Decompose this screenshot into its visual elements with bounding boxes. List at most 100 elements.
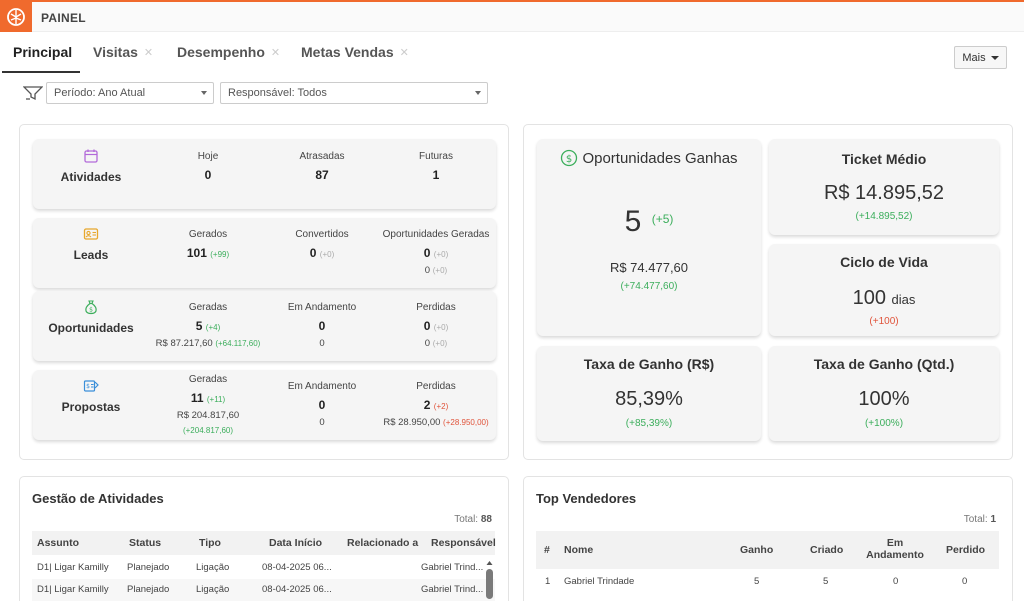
col-value: 5 [195, 319, 203, 333]
col-sub-value: R$ 87.217,60 [155, 338, 213, 349]
col-label: Em Andamento [287, 302, 357, 313]
delta-badge: (+0) [433, 250, 449, 259]
col-label: Perdidas [416, 381, 456, 392]
tab-visitas[interactable]: Visitas ✕ [93, 44, 153, 74]
kpi-delta: (+100) [869, 316, 899, 327]
col-value: 0 [204, 168, 212, 182]
delta-badge: (+0) [433, 323, 449, 332]
oportunidades-perdidas[interactable]: Perdidas 0 (+0) 0 (+0) [391, 302, 481, 349]
column-header[interactable]: Responsável [431, 537, 496, 549]
cell: 08-04-2025 06... [262, 562, 332, 573]
cell: Gabriel Trindade [564, 576, 635, 587]
cell: D1| Ligar Kamilly [37, 562, 109, 573]
close-icon[interactable]: ✕ [400, 46, 409, 59]
col-label: Perdidas [416, 302, 456, 313]
column-header[interactable]: Nome [564, 544, 593, 556]
table-row[interactable]: D1| Ligar Kamilly Planejado Ligação 08-0… [32, 579, 495, 601]
svg-text:$: $ [86, 383, 90, 390]
propostas-card: $ Propostas Geradas 11 (+11) R$ 204.817,… [33, 370, 496, 440]
delta-badge: (+64.117,60) [215, 339, 261, 348]
delta-badge: (+99) [210, 250, 230, 259]
close-icon[interactable]: ✕ [144, 46, 153, 59]
active-tab-indicator [2, 71, 80, 73]
col-sub-value: R$ 204.817,60 [176, 410, 240, 421]
col-label: Gerados [188, 229, 228, 240]
taxa-ganho-rs-card[interactable]: Taxa de Ganho (R$) 85,39% (+85,39%) [537, 346, 761, 441]
close-icon[interactable]: ✕ [271, 46, 280, 59]
oportunidades-ganhas-card[interactable]: $ Oportunidades Ganhas 5 (+5) R$ 74.477,… [537, 139, 761, 336]
leads-convertidos[interactable]: Convertidos 0 (+0) [277, 229, 367, 260]
ticket-medio-card[interactable]: Ticket Médio R$ 14.895,52 (+14.895,52) [769, 139, 999, 235]
col-value: 101 [186, 246, 207, 260]
kpi-amount: R$ 74.477,60 [609, 260, 689, 275]
total-count: Total: 88 [400, 514, 492, 525]
caret-down-icon [475, 91, 481, 95]
column-header[interactable]: Assunto [37, 537, 79, 549]
tab-principal[interactable]: Principal [13, 44, 72, 74]
tab-label: Desempenho [177, 44, 265, 60]
column-header[interactable]: Tipo [199, 537, 221, 549]
col-value: 0 [423, 319, 431, 333]
column-header[interactable]: Criado [810, 544, 843, 556]
oportunidades-geradas[interactable]: Geradas 5 (+4) R$ 87.217,60 (+64.117,60) [148, 302, 268, 349]
col-value: 0 [309, 246, 317, 260]
caret-down-icon [201, 91, 207, 95]
delta-badge: (+204.817,60) [182, 426, 234, 435]
propostas-geradas[interactable]: Geradas 11 (+11) R$ 204.817,60 (+204.817… [148, 374, 268, 436]
atividades-atrasadas[interactable]: Atrasadas 87 [277, 151, 367, 182]
id-card-icon [83, 228, 99, 240]
caret-down-icon [990, 55, 999, 60]
cell: 1 [545, 576, 551, 587]
column-header[interactable]: Relacionado a [347, 537, 418, 549]
oportunidades-card: $ Oportunidades Geradas 5 (+4) R$ 87.217… [33, 291, 496, 361]
taxa-ganho-qtd-card[interactable]: Taxa de Ganho (Qtd.) 100% (+100%) [769, 346, 999, 441]
table-row[interactable]: D1| Ligar Kamilly Planejado Ligação 08-0… [32, 557, 495, 579]
leads-oportunidades-geradas[interactable]: Oportunidades Geradas 0 (+0) 0 (+0) [381, 229, 491, 276]
kpi-panel: $ Oportunidades Ganhas 5 (+5) R$ 74.477,… [523, 124, 1013, 460]
period-select[interactable]: Período: Ano Atual [46, 82, 214, 104]
col-label: Atrasadas [299, 151, 345, 162]
filter-icon[interactable] [23, 85, 43, 101]
tab-desempenho[interactable]: Desempenho ✕ [177, 44, 280, 74]
col-sub-value: 0 [319, 338, 325, 349]
tab-label: Metas Vendas [301, 44, 394, 60]
responsible-select-value: Responsável: Todos [228, 87, 327, 99]
kpi-amount-delta: (+74.477,60) [620, 281, 678, 292]
col-value: 0 [423, 246, 431, 260]
column-header[interactable]: Perdido [946, 544, 985, 556]
kpi-delta: (+100%) [864, 418, 904, 429]
section-title: Top Vendedores [536, 491, 637, 506]
top-bar: PAINEL [0, 0, 1024, 32]
kpi-value: 85,39% [615, 388, 683, 410]
leads-gerados[interactable]: Gerados 101 (+99) [163, 229, 253, 260]
propostas-em-andamento[interactable]: Em Andamento 0 0 [277, 381, 367, 428]
kpi-title-row: $ Oportunidades Ganhas [537, 149, 761, 167]
col-value: 1 [432, 168, 440, 182]
kpi-unit: dias [891, 292, 916, 307]
column-header[interactable]: # [544, 544, 550, 556]
propostas-perdidas[interactable]: Perdidas 2 (+2) R$ 28.950,00 (+28.950,00… [376, 381, 496, 428]
column-header[interactable]: Data Início [269, 537, 322, 549]
kpi-value-row: 100 dias [769, 287, 999, 310]
atividades-hoje[interactable]: Hoje 0 [163, 151, 253, 182]
tab-metas-vendas[interactable]: Metas Vendas ✕ [301, 44, 409, 74]
responsible-select[interactable]: Responsável: Todos [220, 82, 488, 104]
table-scrollbar[interactable] [485, 560, 494, 601]
column-header[interactable]: Em Andamento [866, 537, 924, 561]
more-button[interactable]: Mais [954, 46, 1007, 69]
table-row[interactable]: 1 Gabriel Trindade 5 5 0 0 [536, 571, 999, 593]
column-header[interactable]: Ganho [740, 544, 773, 556]
oportunidades-em-andamento[interactable]: Em Andamento 0 0 [277, 302, 367, 349]
proposal-icon: $ [83, 380, 99, 392]
kpi-title: Taxa de Ganho (R$) [583, 356, 715, 372]
app-logo-icon[interactable] [0, 2, 32, 32]
atividades-futuras[interactable]: Futuras 1 [391, 151, 481, 182]
metric-name: Propostas [61, 400, 121, 414]
cell: 0 [962, 576, 968, 587]
table-header: # Nome Ganho Criado Em Andamento Perdido [536, 531, 999, 569]
kpi-value: 5 [624, 205, 642, 238]
column-header[interactable]: Status [129, 537, 161, 549]
ciclo-vida-card[interactable]: Ciclo de Vida 100 dias (+100) [769, 244, 999, 336]
kpi-value: R$ 14.895,52 [823, 182, 945, 204]
total-label: Total: [963, 514, 988, 525]
